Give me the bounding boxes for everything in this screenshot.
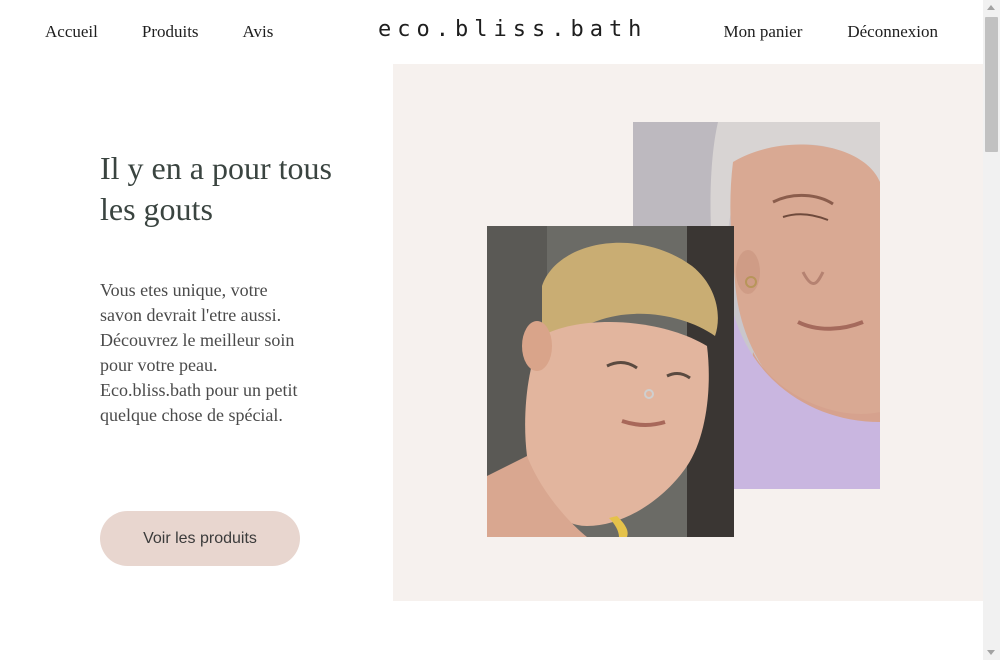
view-products-button[interactable]: Voir les produits <box>100 511 300 566</box>
brand-logo[interactable]: eco.bliss.bath <box>378 14 641 46</box>
hero-description: Vous etes unique, votre savon devrait l'… <box>100 280 298 425</box>
page: Accueil Produits Avis eco.bliss.bath Mon… <box>0 0 1000 660</box>
young-man-photo <box>487 226 734 537</box>
nav-link-accueil[interactable]: Accueil <box>45 20 98 44</box>
nav-link-logout[interactable]: Déconnexion <box>847 20 938 44</box>
account-nav: Mon panier Déconnexion <box>724 20 938 44</box>
nav-link-cart[interactable]: Mon panier <box>724 20 803 44</box>
hero-title: Il y en a pour tous les gouts <box>100 150 332 227</box>
scroll-down-arrow-icon[interactable] <box>987 650 995 655</box>
scroll-up-arrow-icon[interactable] <box>987 5 995 10</box>
page-scrollbar[interactable] <box>983 0 1000 660</box>
nav-link-produits[interactable]: Produits <box>142 20 199 44</box>
scroll-thumb[interactable] <box>985 17 998 152</box>
main-nav: Accueil Produits Avis <box>45 20 273 44</box>
nav-link-avis[interactable]: Avis <box>243 20 274 44</box>
